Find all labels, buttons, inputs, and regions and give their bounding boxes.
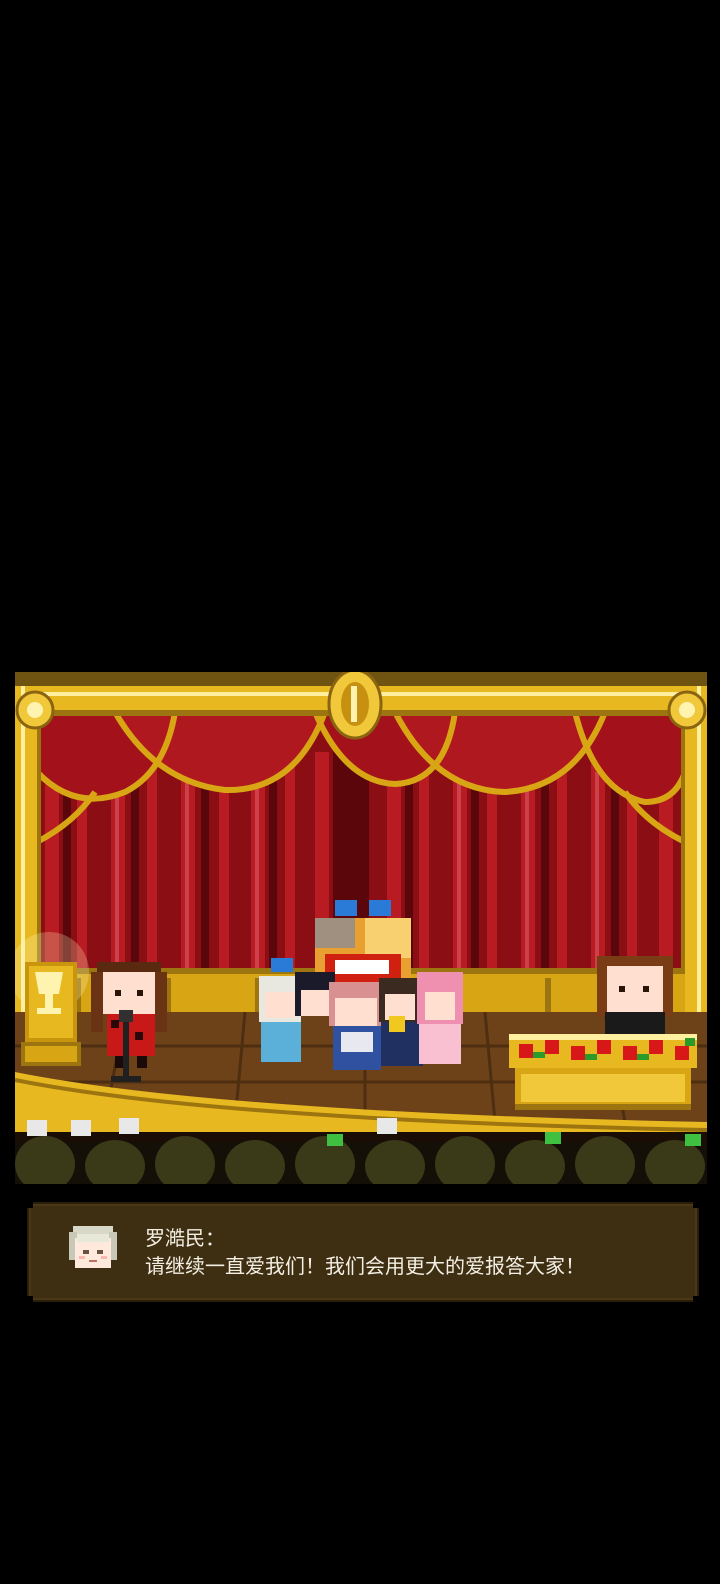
- speaker-avatar-icon: [67, 1222, 119, 1274]
- dialog-corner: [27, 1296, 33, 1302]
- dialog-corner: [27, 1202, 33, 1208]
- dialog-corner: [693, 1202, 699, 1208]
- flower-box-icon: [509, 1034, 697, 1110]
- dialog-box[interactable]: 罗澔民： 请继续一直爱我们！我们会用更大的爱报答大家！: [27, 1202, 699, 1302]
- trophy-icon: [15, 932, 89, 1066]
- dialog-speaker-name: 罗澔民：: [145, 1226, 225, 1250]
- dialog-corner: [693, 1296, 699, 1302]
- dialog-text: 请继续一直爱我们！我们会用更大的爱报答大家！: [145, 1254, 585, 1278]
- crown-emblem-icon: [327, 672, 383, 740]
- character-host-right[interactable]: [597, 956, 673, 1036]
- game-scene[interactable]: [15, 672, 707, 1184]
